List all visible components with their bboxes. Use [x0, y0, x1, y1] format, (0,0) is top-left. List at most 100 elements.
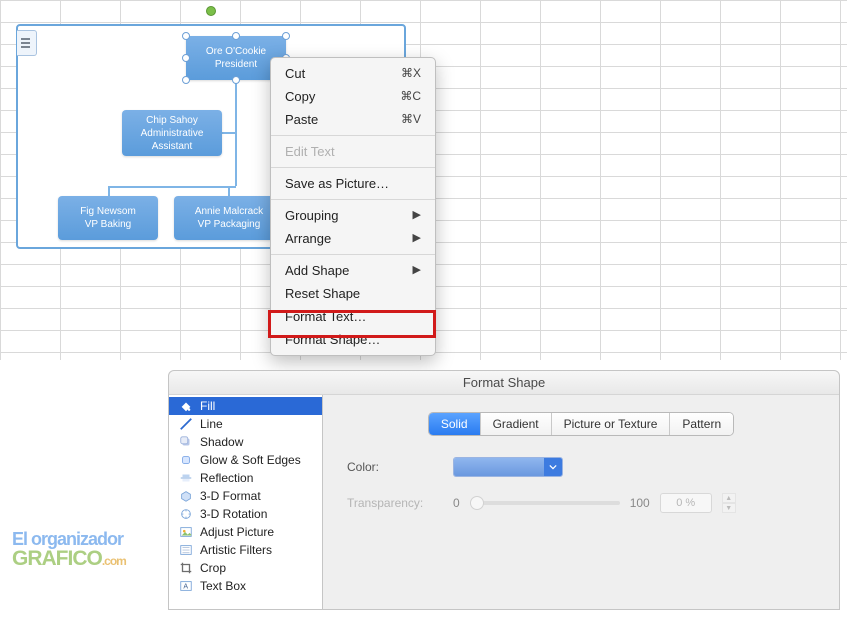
fill-type-segmented: Solid Gradient Picture or Texture Patter… [429, 413, 733, 435]
format-shape-dialog: Format Shape Fill Line Shadow Glow & Sof… [168, 370, 840, 610]
watermark-text: GRAFICO [12, 547, 102, 570]
menu-cut[interactable]: Cut ⌘X [271, 62, 435, 85]
svg-text:A: A [183, 584, 188, 591]
sidebar-label: Crop [200, 561, 314, 575]
org-node-baking[interactable]: Fig Newsom VP Baking [58, 196, 158, 240]
resize-handle[interactable] [232, 76, 240, 84]
watermark-line1: El organizador [12, 530, 126, 548]
sidebar-label: Line [200, 417, 314, 431]
transparency-value[interactable]: 0 % [660, 493, 712, 513]
sidebar-label: Adjust Picture [200, 525, 314, 539]
smartart-expand-icon[interactable] [17, 30, 37, 56]
tab-gradient[interactable]: Gradient [481, 413, 552, 435]
shortcut: ⌘X [401, 65, 421, 82]
menu-save-picture[interactable]: Save as Picture… [271, 172, 435, 195]
org-title: Administrative Assistant [126, 127, 218, 153]
sidebar-item-artistic-filters[interactable]: Artistic Filters [169, 541, 322, 559]
transparency-slider[interactable]: 0 100 0 % ▲ ▼ [453, 493, 815, 513]
sidebar-item-3d-rotation[interactable]: 3-D Rotation [169, 505, 322, 523]
tab-solid[interactable]: Solid [429, 413, 481, 435]
rotation-icon [179, 507, 193, 521]
slider-track[interactable] [470, 501, 620, 505]
menu-paste[interactable]: Paste ⌘V [271, 108, 435, 131]
separator [271, 199, 435, 200]
color-picker[interactable] [453, 457, 563, 477]
resize-handle[interactable] [182, 54, 190, 62]
menu-label: Format Text… [285, 308, 366, 325]
menu-label: Paste [285, 111, 318, 128]
dialog-sidebar: Fill Line Shadow Glow & Soft Edges Refle… [169, 395, 323, 609]
submenu-arrow-icon: ▶ [413, 207, 421, 224]
submenu-arrow-icon: ▶ [413, 262, 421, 279]
watermark-suffix: .com [102, 554, 126, 568]
org-node-admin[interactable]: Chip Sahoy Administrative Assistant [122, 110, 222, 156]
menu-label: Reset Shape [285, 285, 360, 302]
watermark: El organizador GRAFICO.com [12, 530, 126, 569]
connector [108, 186, 236, 188]
dialog-content: Solid Gradient Picture or Texture Patter… [323, 395, 839, 609]
sidebar-label: Shadow [200, 435, 314, 449]
dialog-body: Fill Line Shadow Glow & Soft Edges Refle… [169, 395, 839, 609]
paint-bucket-icon [179, 399, 193, 413]
org-title: VP Packaging [178, 218, 280, 231]
tab-pic-tex[interactable]: Picture or Texture [552, 413, 671, 435]
submenu-arrow-icon: ▶ [413, 230, 421, 247]
slider-min: 0 [453, 496, 460, 510]
resize-handle[interactable] [182, 32, 190, 40]
shadow-icon [179, 435, 193, 449]
menu-reset-shape[interactable]: Reset Shape [271, 282, 435, 305]
sidebar-item-line[interactable]: Line [169, 415, 322, 433]
org-name: Annie Malcrack [178, 205, 280, 218]
menu-grouping[interactable]: Grouping ▶ [271, 204, 435, 227]
color-label: Color: [347, 460, 443, 474]
shortcut: ⌘V [401, 111, 421, 128]
sidebar-item-3d-format[interactable]: 3-D Format [169, 487, 322, 505]
connector [228, 186, 230, 196]
menu-copy[interactable]: Copy ⌘C [271, 85, 435, 108]
dialog-title: Format Shape [169, 371, 839, 395]
stepper-down-icon[interactable]: ▼ [722, 503, 736, 513]
sidebar-label: Fill [200, 399, 314, 413]
tab-pattern[interactable]: Pattern [670, 413, 733, 435]
sidebar-item-crop[interactable]: Crop [169, 559, 322, 577]
resize-handle[interactable] [232, 32, 240, 40]
org-name: Fig Newsom [62, 205, 154, 218]
sidebar-item-glow[interactable]: Glow & Soft Edges [169, 451, 322, 469]
menu-arrange[interactable]: Arrange ▶ [271, 227, 435, 250]
sidebar-item-fill[interactable]: Fill [169, 397, 322, 415]
menu-label: Arrange [285, 230, 331, 247]
rotate-handle[interactable] [206, 6, 216, 16]
separator [271, 135, 435, 136]
chevron-down-icon [544, 458, 562, 476]
sidebar-label: Glow & Soft Edges [200, 453, 314, 467]
menu-format-text[interactable]: Format Text… [271, 305, 435, 328]
sidebar-item-reflection[interactable]: Reflection [169, 469, 322, 487]
sidebar-item-text-box[interactable]: A Text Box [169, 577, 322, 595]
sidebar-label: Reflection [200, 471, 314, 485]
line-icon [179, 417, 193, 431]
filters-icon [179, 543, 193, 557]
picture-icon [179, 525, 193, 539]
org-node-packaging[interactable]: Annie Malcrack VP Packaging [174, 196, 284, 240]
cube-icon [179, 489, 193, 503]
menu-label: Cut [285, 65, 305, 82]
watermark-line2: GRAFICO.com [12, 548, 126, 569]
slider-thumb[interactable] [470, 496, 484, 510]
menu-format-shape[interactable]: Format Shape… [271, 328, 435, 351]
menu-add-shape[interactable]: Add Shape ▶ [271, 259, 435, 282]
reflection-icon [179, 471, 193, 485]
menu-label: Save as Picture… [285, 175, 389, 192]
row-transparency: Transparency: 0 100 0 % ▲ ▼ [347, 493, 815, 513]
spreadsheet-canvas: Ore O'Cookie President Chip Sahoy Admini… [0, 0, 847, 360]
sidebar-label: Artistic Filters [200, 543, 314, 557]
stepper-up-icon[interactable]: ▲ [722, 493, 736, 503]
connector [108, 186, 110, 196]
sidebar-item-shadow[interactable]: Shadow [169, 433, 322, 451]
resize-handle[interactable] [282, 32, 290, 40]
transparency-stepper[interactable]: ▲ ▼ [722, 493, 736, 513]
transparency-label: Transparency: [347, 496, 443, 510]
sidebar-item-adjust-picture[interactable]: Adjust Picture [169, 523, 322, 541]
resize-handle[interactable] [182, 76, 190, 84]
separator [271, 254, 435, 255]
textbox-icon: A [179, 579, 193, 593]
